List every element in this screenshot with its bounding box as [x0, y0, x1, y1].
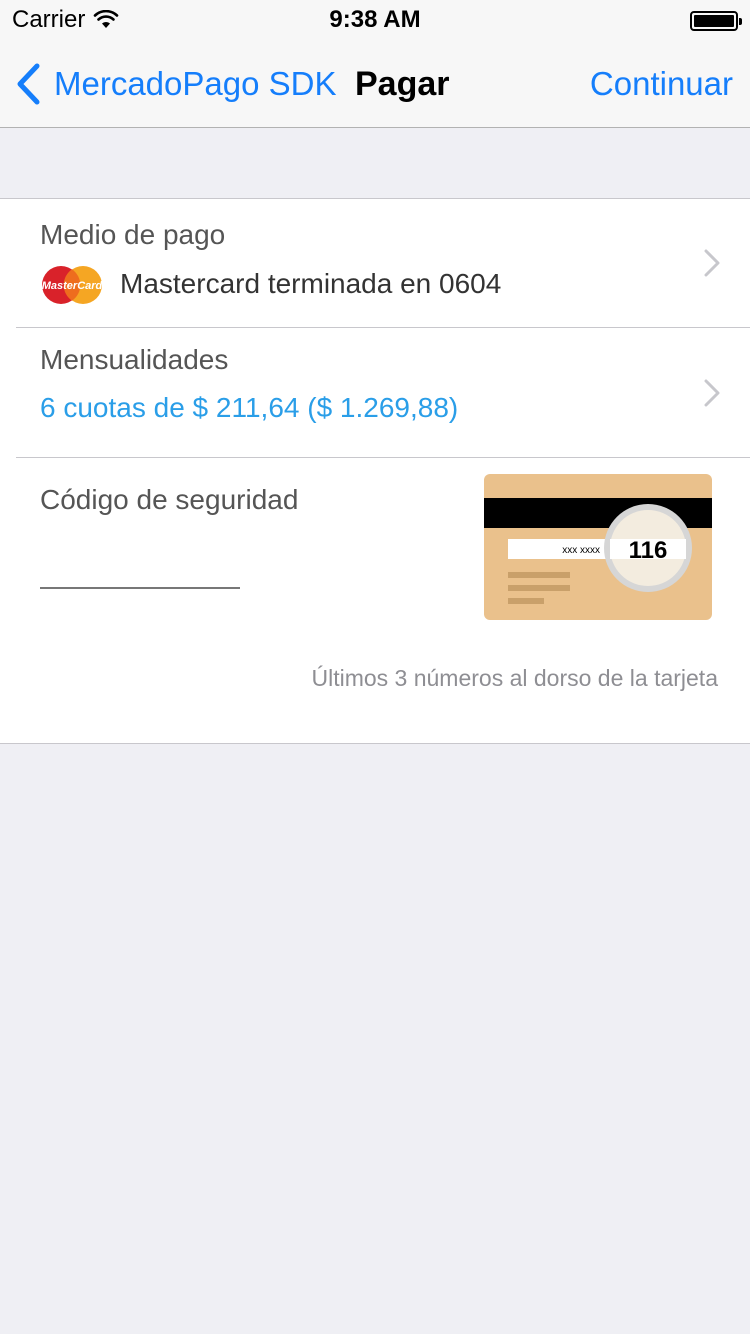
row-divider — [16, 457, 750, 458]
chevron-right-icon — [704, 379, 720, 407]
security-card-illustration: xxx xxxx 116 — [484, 474, 712, 620]
payment-method-value: Mastercard terminada en 0604 — [120, 268, 502, 299]
continue-button[interactable]: Continuar — [590, 40, 733, 128]
chevron-right-icon — [704, 249, 720, 277]
installments-value: 6 cuotas de $ 211,64 ($ 1.269,88) — [40, 392, 459, 423]
back-chevron-icon — [17, 63, 40, 105]
installments-label: Mensualidades — [40, 344, 229, 375]
payment-form: Medio de pago MasterCard Mastercard term… — [0, 198, 750, 744]
installments-row[interactable]: Mensualidades 6 cuotas de $ 211,64 ($ 1.… — [0, 328, 750, 458]
back-button[interactable]: MercadoPago SDK — [14, 40, 336, 128]
card-masked-number: xxx xxxx — [562, 545, 600, 556]
clock: 9:38 AM — [329, 6, 421, 33]
mastercard-logo-text: MasterCard — [42, 280, 103, 292]
status-bar: Carrier 9:38 AM — [0, 0, 750, 40]
battery-icon — [690, 11, 742, 31]
security-code-input[interactable] — [40, 541, 240, 589]
security-code-label: Código de seguridad — [40, 484, 299, 515]
payment-method-label: Medio de pago — [40, 219, 226, 250]
navigation-bar: MercadoPago SDK Pagar Continuar — [0, 40, 750, 128]
page-title: Pagar — [355, 65, 450, 103]
mastercard-logo: MasterCard — [42, 266, 103, 304]
security-code-hint: Últimos 3 números al dorso de la tarjeta — [311, 665, 718, 691]
payment-method-row[interactable]: Medio de pago MasterCard Mastercard term… — [0, 199, 750, 328]
back-button-label: MercadoPago SDK — [54, 65, 337, 102]
battery-tip — [739, 18, 742, 25]
battery-fill — [694, 15, 734, 27]
card-cvv-example: 116 — [629, 537, 668, 564]
